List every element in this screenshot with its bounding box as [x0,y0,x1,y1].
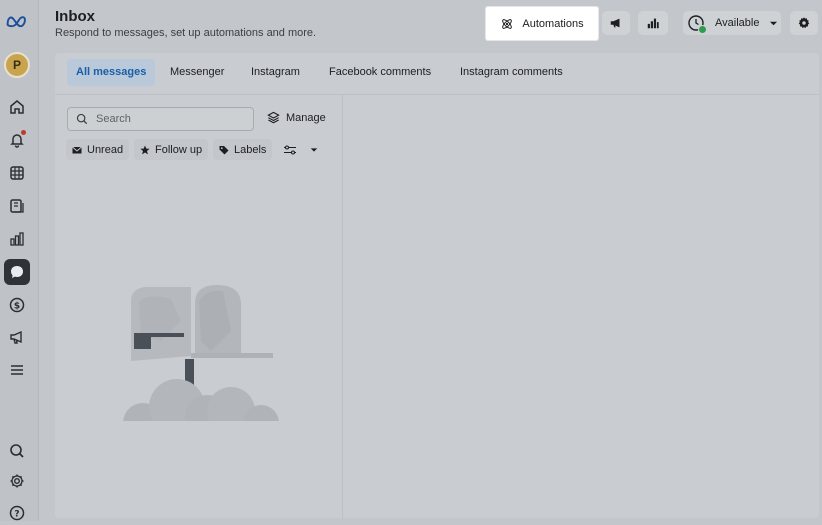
settings-gear-icon[interactable] [5,469,29,493]
automations-button[interactable]: Automations [486,7,598,40]
svg-text:$: $ [14,302,20,312]
left-rail: P $ ? [0,0,39,521]
filter-labels-label: Labels [234,143,267,156]
notifications-bell-icon[interactable] [5,128,29,152]
tab-facebook-comments[interactable]: Facebook comments [320,59,440,86]
chevron-down-icon [770,21,778,25]
filter-labels[interactable]: Labels [213,139,273,160]
inbox-settings-button[interactable] [790,11,818,35]
search-input[interactable] [94,112,248,126]
filter-follow-up[interactable]: Follow up [134,139,209,160]
insights-bar-chart-icon[interactable] [5,227,29,251]
inbox-chat-icon[interactable] [4,259,30,285]
search-icon [76,113,88,125]
filter-unread-label: Unread [87,143,124,156]
envelope-icon [72,146,82,153]
availability-status-dropdown[interactable]: Available [683,11,781,35]
availability-label: Available [715,17,760,29]
filter-options-dropdown[interactable] [277,139,329,160]
ads-megaphone-button[interactable] [602,11,630,35]
megaphone-icon [610,18,620,28]
automations-label: Automations [522,17,584,30]
account-avatar[interactable]: P [4,52,30,78]
pages-icon[interactable] [5,194,29,218]
star-icon [140,145,150,154]
tab-instagram-comments[interactable]: Instagram comments [451,59,572,86]
availability-clock-icon [687,14,707,34]
gear-icon [798,17,810,28]
monetization-dollar-icon[interactable]: $ [5,293,29,317]
help-question-icon[interactable]: ? [5,501,29,525]
tab-instagram[interactable]: Instagram [242,59,309,86]
online-status-dot [698,25,707,34]
ads-megaphone-icon[interactable] [5,325,29,349]
channel-tabs: All messages Messenger Instagram Faceboo… [55,53,819,95]
search-icon[interactable] [5,439,29,463]
filter-follow-up-label: Follow up [155,143,203,156]
table-grid-icon[interactable] [5,161,29,185]
tab-all-messages[interactable]: All messages [67,59,156,86]
chevron-down-icon [310,147,318,152]
filter-unread[interactable]: Unread [66,139,130,160]
page-title: Inbox [55,8,95,25]
home-icon[interactable] [5,95,29,119]
meta-logo-icon[interactable] [3,9,33,33]
page-subtitle: Respond to messages, set up automations … [55,27,317,39]
empty-inbox-mailbox-illustration [115,285,280,439]
tab-messenger[interactable]: Messenger [161,59,233,86]
automations-atom-icon [502,18,513,29]
all-tools-menu-icon[interactable] [5,358,29,382]
notification-dot [21,130,26,135]
list-thread-divider [342,95,343,518]
inbox-panel: All messages Messenger Instagram Faceboo… [55,53,819,518]
bar-chart-icon [647,18,659,29]
manage-button[interactable]: Manage [267,111,326,124]
svg-text:?: ? [14,510,19,520]
layers-icon [267,111,280,124]
manage-label: Manage [286,111,326,124]
search-box[interactable] [67,107,254,131]
tag-icon [219,145,229,154]
sliders-icon [284,145,296,154]
insights-button[interactable] [638,11,668,35]
